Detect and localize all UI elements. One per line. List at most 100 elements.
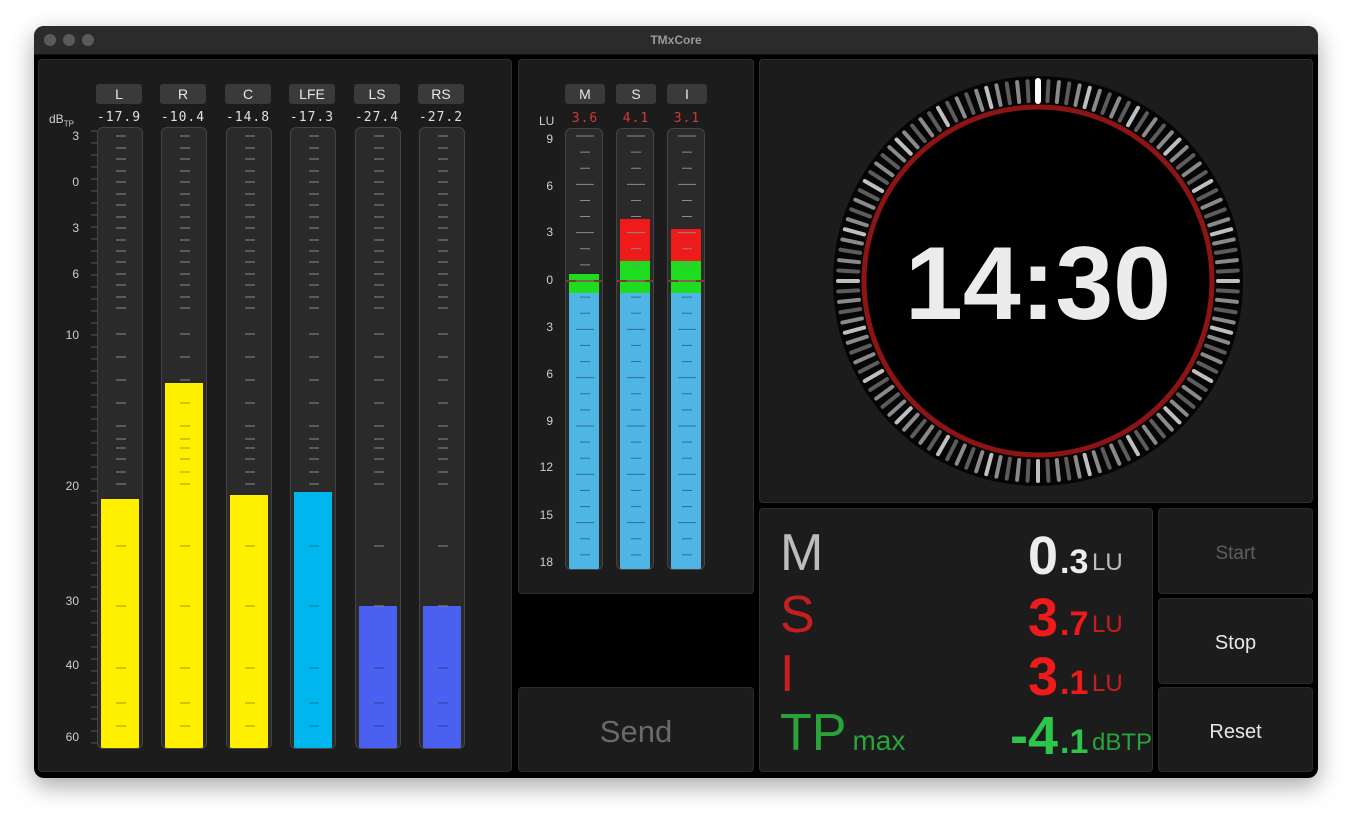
reading-label: I — [780, 645, 795, 703]
channel-meter-fill — [294, 491, 332, 748]
channel-scale-label: 60 — [65, 730, 79, 744]
clock-tick — [1025, 79, 1031, 104]
reading-row-s: S 3.7 LU — [760, 581, 1152, 648]
clock-panel: 14:30 — [759, 59, 1313, 503]
reading-unit: LU — [1092, 611, 1123, 638]
reading-label: M — [780, 524, 824, 582]
clock-tick — [1045, 458, 1051, 483]
channel-label-c[interactable]: C — [225, 84, 271, 104]
channel-label-lfe[interactable]: LFE — [289, 84, 335, 104]
clock-tick — [1045, 79, 1051, 104]
loudness-scale-label: 9 — [546, 132, 553, 146]
clock-tick — [1215, 268, 1240, 274]
channel-peak-value: -17.3 — [289, 110, 335, 125]
reading-value-decimal: .1 — [1060, 664, 1089, 702]
channel-meter-fill — [165, 382, 203, 748]
channel-scale-label: 6 — [72, 267, 79, 281]
loudness-meter — [667, 128, 705, 570]
reset-button-label: Reset — [1209, 721, 1262, 743]
reading-value-decimal: .7 — [1060, 605, 1089, 643]
channel-label-r[interactable]: R — [160, 84, 206, 104]
clock-tick — [1015, 458, 1022, 482]
clock-tick — [1054, 80, 1061, 104]
window-title: TMxCore — [650, 33, 702, 47]
reading-value-integer: 0 — [1027, 526, 1058, 586]
channel-peak-value: -27.2 — [418, 110, 464, 125]
loudness-unit-label: LU — [539, 114, 555, 128]
loudness-scale-label: 0 — [546, 273, 553, 287]
loudness-fill-green — [569, 274, 599, 293]
reading-unit: dBTP — [1092, 729, 1153, 756]
loudness-meter — [565, 128, 603, 570]
reading-row-i: I 3.1 LU — [760, 640, 1152, 707]
clock-tick — [837, 258, 861, 265]
reading-row-m: M 0.3 LU — [760, 519, 1152, 586]
clock-tick — [1025, 458, 1031, 483]
loudness-label-m[interactable]: M — [565, 84, 605, 104]
channel-meter — [161, 127, 207, 749]
channel-scale-label: 10 — [65, 328, 79, 342]
clock-tick — [836, 288, 861, 294]
loudness-scale-label: 3 — [546, 320, 553, 334]
loudness-fill-green — [620, 261, 650, 293]
loudness-scale-label: 15 — [539, 508, 553, 522]
channel-unit-label: dBTP — [49, 112, 74, 129]
loudness-label-s[interactable]: S — [616, 84, 656, 104]
loudness-fill-green — [671, 261, 701, 293]
channel-label-l[interactable]: L — [96, 84, 142, 104]
loudness-readings-panel: M 0.3 LU S 3.7 LU I 3.1 LU TP max -4.1 dBTP — [759, 508, 1153, 772]
channel-meter — [290, 127, 336, 749]
clock-tick — [1215, 258, 1239, 265]
clock-tick — [1215, 297, 1239, 304]
loudness-peak-value: 3.1 — [673, 111, 701, 126]
loudness-zero-line — [617, 280, 653, 282]
clock-tick — [837, 297, 861, 304]
clock-tick — [1054, 458, 1061, 482]
channel-meter-fill — [359, 606, 397, 748]
reading-value-decimal: .1 — [1060, 723, 1089, 761]
loudness-peak-value: 4.1 — [622, 111, 650, 126]
loudness-zero-line — [566, 280, 602, 282]
channel-meter-fill — [230, 495, 268, 748]
reading-value-decimal: .3 — [1060, 543, 1089, 581]
channel-peak-value: -14.8 — [225, 110, 271, 125]
loudness-label-i[interactable]: I — [667, 84, 707, 104]
reading-unit: LU — [1092, 549, 1123, 576]
channel-scale-label: 3 — [72, 221, 79, 235]
channel-meter — [226, 127, 272, 749]
channel-meter-fill — [101, 498, 139, 748]
clock-tick — [836, 268, 861, 274]
loudness-fill-blue — [671, 293, 701, 569]
channel-scale-label: 20 — [65, 479, 79, 493]
reset-button[interactable]: Reset — [1158, 687, 1313, 772]
loudness-fill-red — [620, 219, 650, 262]
channel-scale-label: 3 — [72, 129, 79, 143]
reading-label: TP max — [780, 704, 906, 762]
loudness-scale-label: 3 — [546, 225, 553, 239]
clock-tick — [1215, 288, 1240, 294]
channel-peak-value: -17.9 — [96, 110, 142, 125]
loudness-fill-red — [671, 229, 701, 262]
stop-button[interactable]: Stop — [1158, 598, 1313, 684]
channel-scale-label: 40 — [65, 658, 79, 672]
send-button[interactable]: Send — [518, 687, 754, 772]
loudness-scale-label: 6 — [546, 179, 553, 193]
channel-meters-panel: dBTP 3 0 3 6 10 20 30 40 60 L -17.9 R -10.4 C -14.8 LFE… — [38, 59, 512, 772]
reading-label: S — [780, 586, 815, 644]
clock-tick — [1015, 80, 1022, 104]
channel-label-ls[interactable]: LS — [354, 84, 400, 104]
channel-meter-fill — [423, 606, 461, 748]
loudness-fill-blue — [569, 293, 599, 569]
start-button[interactable]: Start — [1158, 508, 1313, 594]
start-button-label: Start — [1215, 543, 1256, 564]
loudness-fill-blue — [620, 293, 650, 569]
countdown-dial: 14:30 — [833, 76, 1243, 486]
reading-row-tp: TP max -4.1 dBTP — [760, 699, 1153, 766]
loudness-meters-panel: LU 9 6 3 0 3 6 9 12 15 18 M 3.6 S 4.1 I 3.1 — [518, 59, 754, 594]
channel-meter — [97, 127, 143, 749]
channel-label-rs[interactable]: RS — [418, 84, 464, 104]
loudness-scale-label: 9 — [546, 414, 553, 428]
loudness-scale-label: 6 — [546, 367, 553, 381]
app-window: TMxCore dBTP 3 0 3 6 10 20 30 40 60 L -17.9 R -10.4 C… — [34, 26, 1318, 778]
channel-meter — [355, 127, 401, 749]
